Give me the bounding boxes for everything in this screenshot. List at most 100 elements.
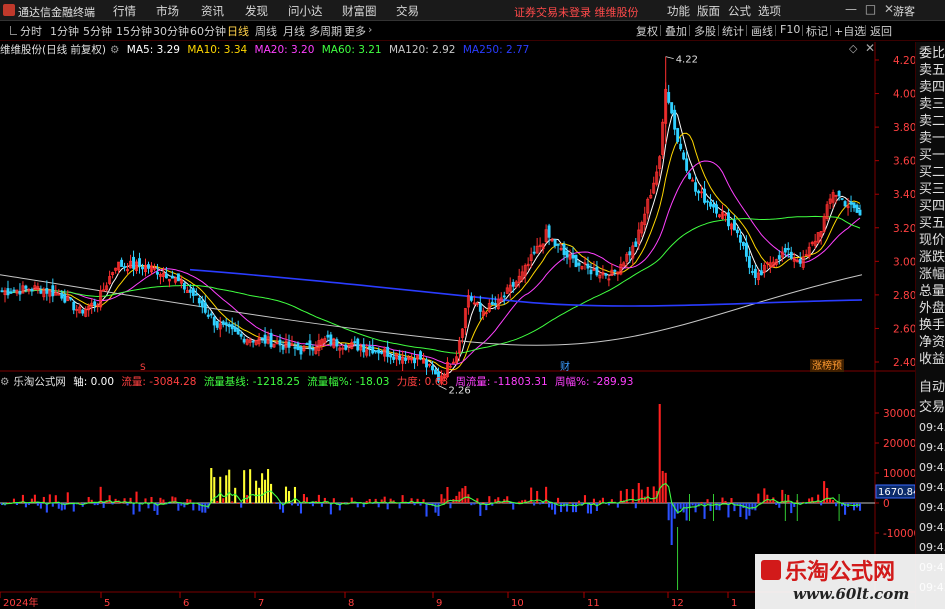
candle-body [747,256,751,268]
side-panel-item[interactable]: 09:43 [919,520,945,536]
side-panel-item[interactable]: 卖一 [919,131,945,147]
flow-bar [548,503,551,508]
flow-bar [670,503,673,545]
side-panel-item[interactable]: 09:43 [919,500,945,516]
ma-lines [0,110,863,376]
side-panel-item[interactable]: 现价 [919,233,945,249]
flow-bar [377,503,380,508]
candle-body [553,239,557,247]
flow-bar [542,503,545,504]
side-panel-item[interactable]: 卖三 [919,97,945,113]
candle-body [197,297,201,304]
side-panel-item[interactable]: 买三 [919,182,945,198]
candle-body [753,268,757,278]
side-panel-item[interactable]: 净资 [919,335,945,351]
side-panel-item[interactable]: 卖五 [919,63,945,79]
flow-bar [533,503,536,506]
candle-body [712,204,715,208]
candle-body [30,288,34,292]
flow-bar [204,503,207,513]
side-panel-item[interactable]: 外盘 [919,301,945,317]
candle-body [239,333,243,337]
side-panel-item[interactable]: 买四 [919,199,945,215]
flow-bar [51,503,54,507]
date-tick-label: 1 [731,598,737,609]
candle-body [604,273,608,276]
ma120-line [0,274,863,346]
candle-body [858,209,862,216]
price-tick-label: 2.60 [893,323,915,335]
axis-label: 轴: 0.00 [73,376,115,388]
candle-body [431,365,434,371]
side-panel-item[interactable]: 自动 [919,380,945,396]
date-tick-label: 7 [258,598,264,609]
flow-bar [685,503,688,521]
candle-body [571,254,575,259]
candle-body [188,289,192,293]
side-panel-item[interactable]: 涨跌 [919,250,945,266]
flow-bar [832,499,835,503]
side-panel-item[interactable]: 09:43 [919,440,945,456]
indicator-options-icon[interactable]: ⚙ [0,376,9,388]
side-panel-item[interactable]: 总量 [919,284,945,300]
indicator-tick-label: 10000 [883,468,915,480]
candle-body [404,357,408,361]
flow-bar [114,498,117,503]
side-panel-item[interactable]: 买一 [919,148,945,164]
flow-bar [718,503,721,511]
flow-bar [108,495,111,503]
candle-body [138,258,141,267]
candle-body [532,251,536,254]
flow-bar [111,503,114,505]
flow-bar [57,503,60,509]
candle-body [39,290,43,294]
watermark: 乐淘公式网 www.60lt.com [755,554,945,609]
flow-bar [255,480,258,503]
side-panel-item[interactable]: 09:43 [919,420,945,436]
watermark-title: 乐淘公式网 [785,560,896,585]
flow-bar [661,470,664,503]
side-panel-item[interactable]: 涨幅 [919,267,945,283]
candle-body [299,346,303,355]
candle-body [744,242,748,257]
flow-bar [264,479,267,503]
side-panel-item[interactable]: 09:43 [919,480,945,496]
side-panel-item[interactable]: 买五 [919,216,945,232]
candle-body [147,264,150,269]
candle-body [81,309,85,314]
candle-body [344,344,348,350]
candle-body [224,322,228,326]
candle-body [777,255,781,260]
candle-body [759,270,763,276]
side-panel-item[interactable]: 买二 [919,165,945,181]
side-panel-item[interactable]: 卖二 [919,114,945,130]
flow-bar [249,469,252,503]
date-tick-label: 5 [104,598,110,609]
side-panel-item[interactable]: 委比 [919,46,945,62]
flow-bar [745,503,748,520]
flow-bar [440,494,443,503]
side-panel-item[interactable]: 09:43 [919,460,945,476]
indicator-tick-label: -10000 [883,528,915,540]
flow-bar [679,503,682,509]
candle-body [667,92,671,103]
price-tick-label: 4.20 [893,55,915,67]
candle-body [628,251,632,256]
candle-body [490,301,494,305]
flow-bar [790,503,793,514]
side-panel-item[interactable]: 交易 [919,400,945,416]
date-tick-label: 12 [671,598,684,609]
weekly-pct-label: 周幅%: -289.93 [555,376,634,388]
candle-body [709,201,712,207]
side-panel-item[interactable]: 卖四 [919,80,945,96]
kline-chart[interactable]: 4.20 4.00 3.80 3.60 3.40 3.20 3.00 2.80 2.60 2.40… [0,0,915,609]
candle-body [278,339,282,346]
flow-bar [48,494,51,503]
flow-bar [132,503,135,515]
flow-bar [219,476,222,503]
price-tick-label: 3.40 [893,189,915,201]
side-panel-item[interactable]: 收益 [919,352,945,368]
side-panel-item[interactable]: 换手 [919,318,945,334]
flow-bar [628,502,631,504]
flow-bar [646,486,649,503]
